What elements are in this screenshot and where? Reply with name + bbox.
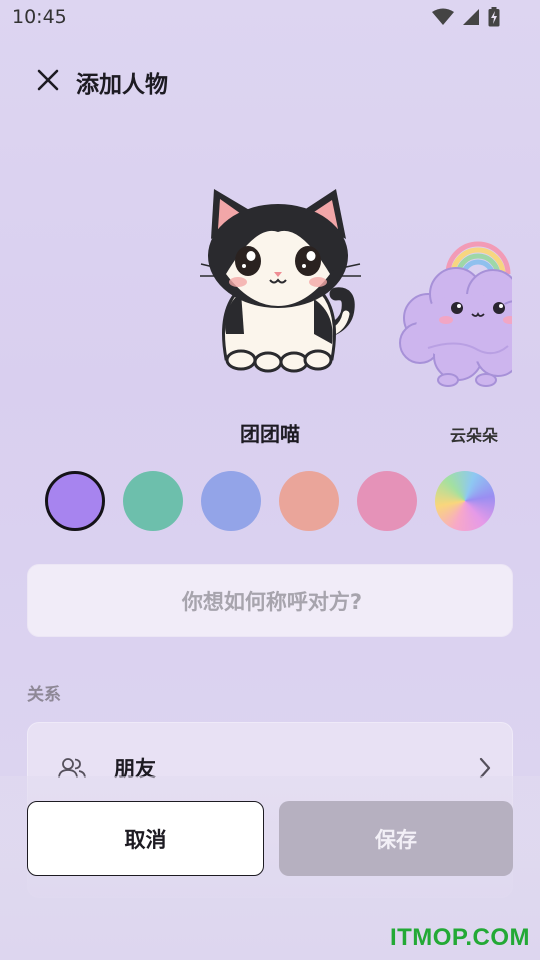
watermark: ITMOP.COM [389, 924, 530, 951]
cloud-avatar[interactable] [398, 238, 512, 388]
next-character-name[interactable]: 云朵朵 [450, 422, 498, 446]
color-swatch-blue[interactable] [201, 471, 261, 531]
page-title: 添加人物 [76, 72, 168, 98]
nickname-field [27, 564, 516, 638]
cat-avatar[interactable] [196, 184, 362, 378]
status-bar: 10:45 [0, 0, 540, 34]
selected-character-name: 团团喵 [240, 422, 300, 446]
cell-signal-icon [463, 9, 479, 25]
close-icon [37, 69, 59, 91]
color-picker [45, 471, 497, 531]
status-icons [432, 7, 500, 27]
close-button[interactable] [30, 62, 66, 98]
relationship-label: 关系 [27, 685, 61, 705]
wifi-icon [432, 8, 454, 25]
status-time: 10:45 [12, 6, 67, 28]
header: 添加人物 [0, 58, 540, 106]
battery-charging-icon [488, 7, 500, 27]
color-swatch-purple[interactable] [45, 471, 105, 531]
color-swatch-pink[interactable] [357, 471, 417, 531]
cancel-button[interactable]: 取消 [27, 801, 264, 876]
nickname-input[interactable] [28, 565, 516, 638]
color-swatch-teal[interactable] [123, 471, 183, 531]
color-swatch-rainbow[interactable] [435, 471, 495, 531]
save-button[interactable]: 保存 [279, 801, 513, 876]
color-swatch-peach[interactable] [279, 471, 339, 531]
